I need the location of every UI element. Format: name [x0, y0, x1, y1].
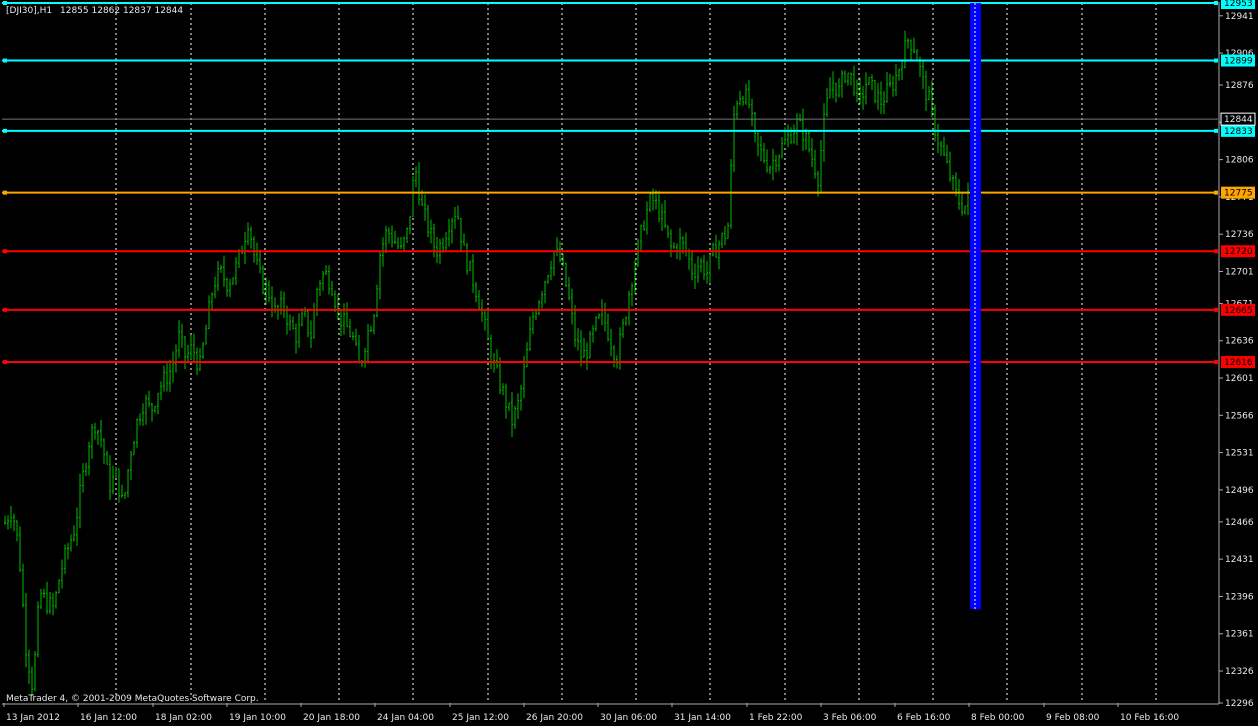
x-tick-label: 16 Jan 12:00 [80, 713, 137, 723]
y-tick-label: 12361 [1225, 630, 1254, 640]
level-handle-left[interactable] [3, 1, 7, 5]
x-tick-label: 20 Jan 18:00 [303, 713, 360, 723]
level-tag-label: 12833 [1224, 127, 1253, 137]
level-handle-left[interactable] [3, 128, 7, 133]
level-handle-left[interactable] [3, 190, 7, 195]
y-tick-label: 12736 [1225, 230, 1254, 240]
x-tick-label: 24 Jan 04:00 [377, 713, 434, 723]
level-tag-label: 12616 [1224, 358, 1253, 368]
level-tag-label: 12665 [1224, 306, 1253, 316]
y-tick-label: 12531 [1225, 449, 1254, 459]
level-handle-right[interactable] [1214, 249, 1218, 254]
level-handle-right[interactable] [1214, 58, 1218, 63]
x-tick-label: 31 Jan 14:00 [674, 713, 731, 723]
y-tick-label: 12326 [1225, 667, 1254, 677]
y-tick-label: 12496 [1225, 486, 1254, 496]
symbol-timeframe: [DJI30],H1 [6, 6, 52, 16]
y-tick-label: 12636 [1225, 337, 1254, 347]
x-tick-label: 30 Jan 06:00 [600, 713, 657, 723]
level-handle-right[interactable] [1214, 360, 1218, 365]
selection-highlight[interactable] [970, 3, 981, 610]
level-handle-right[interactable] [1214, 1, 1218, 5]
level-tag-label: 12720 [1224, 247, 1253, 257]
y-tick-label: 12941 [1225, 12, 1254, 22]
level-tag-label: 12775 [1224, 189, 1253, 199]
level-handle-right[interactable] [1214, 190, 1218, 195]
x-tick-label: 13 Jan 2012 [6, 713, 60, 723]
y-tick-label: 12806 [1225, 156, 1254, 166]
x-tick-label: 9 Feb 08:00 [1046, 713, 1100, 723]
y-tick-label: 12296 [1225, 699, 1254, 709]
x-tick-label: 6 Feb 16:00 [897, 713, 951, 723]
y-tick-label: 12701 [1225, 267, 1254, 277]
level-handle-left[interactable] [3, 360, 7, 365]
level-tag-label: 12899 [1224, 57, 1253, 67]
ohlc-readout: 12855 12862 12837 12844 [60, 6, 183, 16]
current-price-tag-label: 12844 [1224, 115, 1253, 125]
y-tick-label: 12876 [1225, 81, 1254, 91]
y-tick-label: 12566 [1225, 411, 1254, 421]
level-handle-left[interactable] [3, 307, 7, 312]
x-tick-label: 26 Jan 20:00 [526, 713, 583, 723]
level-handle-right[interactable] [1214, 307, 1218, 312]
y-tick-label: 12396 [1225, 592, 1254, 602]
x-tick-label: 25 Jan 12:00 [452, 713, 509, 723]
level-handle-right[interactable] [1214, 128, 1218, 133]
x-tick-label: 18 Jan 02:00 [155, 713, 212, 723]
x-tick-label: 8 Feb 00:00 [971, 713, 1025, 723]
price-chart[interactable]: 1294112906128761284112806127711273612701… [0, 0, 1258, 726]
x-tick-label: 19 Jan 10:00 [229, 713, 286, 723]
level-handle-left[interactable] [3, 249, 7, 254]
y-tick-label: 12601 [1225, 374, 1254, 384]
x-tick-label: 10 Feb 16:00 [1120, 713, 1179, 723]
y-tick-label: 12466 [1225, 518, 1254, 528]
x-tick-label: 1 Feb 22:00 [749, 713, 803, 723]
level-tag-label: 12953 [1224, 0, 1253, 9]
y-tick-label: 12431 [1225, 555, 1254, 565]
x-tick-label: 3 Feb 06:00 [823, 713, 877, 723]
copyright-text: MetaTrader 4, © 2001-2009 MetaQuotes Sof… [6, 694, 259, 704]
level-handle-left[interactable] [3, 58, 7, 63]
